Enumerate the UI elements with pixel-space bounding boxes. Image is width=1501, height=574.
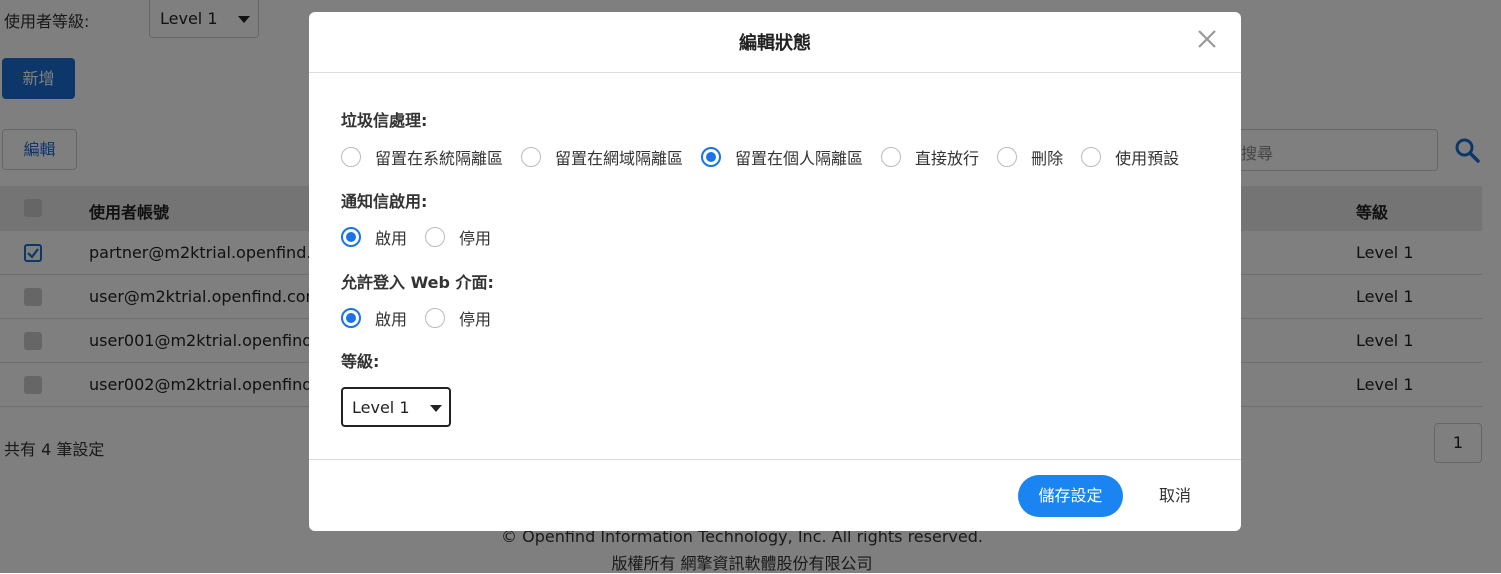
radio-label: 留置在個人隔離區: [735, 149, 864, 168]
radio-button-selected[interactable]: [341, 227, 361, 247]
radio-label: 刪除: [1031, 149, 1064, 168]
radio-option-system-quarantine[interactable]: 留置在系統隔離區: [341, 145, 503, 169]
radio-button[interactable]: [425, 308, 446, 328]
radio-button[interactable]: [997, 147, 1018, 167]
close-icon[interactable]: [1196, 28, 1218, 50]
radio-button[interactable]: [881, 147, 902, 167]
radio-option-delete[interactable]: 刪除: [997, 145, 1063, 169]
edit-status-dialog: 編輯狀態 垃圾信處理: 留置在系統隔離區 留置在網域隔離區 留置在個人隔離區 直…: [309, 12, 1241, 531]
radio-label: 停用: [459, 310, 492, 329]
chevron-down-icon: [430, 405, 442, 412]
web-login-label-prefix: 允許登入: [341, 273, 411, 292]
radio-option-web-enable[interactable]: 啟用: [341, 306, 407, 330]
level-select[interactable]: Level 1: [341, 387, 451, 427]
spam-handling-label: 垃圾信處理:: [341, 111, 428, 130]
dialog-header: 編輯狀態: [309, 12, 1241, 73]
spam-handling-radio-group: 留置在系統隔離區 留置在網域隔離區 留置在個人隔離區 直接放行 刪除 使用預設: [341, 145, 1197, 169]
radio-option-web-disable[interactable]: 停用: [425, 306, 491, 330]
web-login-label-web: Web: [410, 273, 450, 292]
radio-button[interactable]: [341, 147, 361, 167]
dialog-title: 編輯狀態: [739, 33, 811, 54]
save-button[interactable]: 儲存設定: [1018, 475, 1123, 517]
radio-label: 使用預設: [1115, 149, 1180, 168]
web-login-radio-group: 啟用 停用: [341, 306, 509, 330]
radio-button[interactable]: [425, 227, 446, 247]
radio-option-notify-enable[interactable]: 啟用: [341, 225, 407, 249]
radio-button[interactable]: [521, 147, 542, 167]
cancel-button[interactable]: 取消: [1145, 475, 1205, 517]
radio-label: 留置在系統隔離區: [375, 149, 504, 168]
notify-enable-label: 通知信啟用:: [341, 192, 428, 211]
radio-button[interactable]: [1081, 147, 1102, 167]
radio-option-default[interactable]: 使用預設: [1081, 145, 1179, 169]
radio-label: 啟用: [375, 310, 408, 329]
notify-radio-group: 啟用 停用: [341, 225, 509, 249]
radio-option-allow[interactable]: 直接放行: [881, 145, 979, 169]
radio-label: 啟用: [375, 229, 408, 248]
web-login-label-suffix: 介面:: [449, 273, 494, 292]
radio-option-personal-quarantine[interactable]: 留置在個人隔離區: [701, 145, 863, 169]
radio-label: 停用: [459, 229, 492, 248]
level-label: 等級:: [341, 352, 380, 371]
radio-label: 直接放行: [915, 149, 980, 168]
radio-button-selected[interactable]: [341, 308, 361, 328]
web-login-label: 允許登入 Web 介面:: [341, 269, 494, 293]
dialog-footer: 儲存設定 取消: [309, 459, 1241, 531]
radio-button-selected[interactable]: [701, 147, 722, 167]
level-select-value: Level 1: [352, 398, 410, 417]
radio-option-notify-disable[interactable]: 停用: [425, 225, 491, 249]
radio-option-domain-quarantine[interactable]: 留置在網域隔離區: [521, 145, 683, 169]
radio-label: 留置在網域隔離區: [555, 149, 684, 168]
